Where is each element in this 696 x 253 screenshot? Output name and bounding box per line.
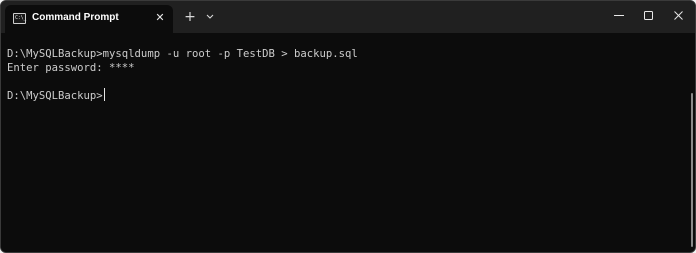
- current-prompt-line[interactable]: D:\MySQLBackup>: [7, 88, 105, 103]
- terminal-window: C:\_ Command Prompt ✕ + D:\MySQLBackup>m…: [0, 0, 696, 253]
- maximize-button[interactable]: [633, 1, 665, 31]
- close-tab-icon[interactable]: ✕: [152, 10, 168, 26]
- close-window-button[interactable]: [663, 1, 695, 31]
- tab-command-prompt[interactable]: C:\_ Command Prompt ✕: [5, 5, 173, 33]
- prompt-text: D:\MySQLBackup>: [7, 90, 103, 102]
- new-tab-button[interactable]: +: [181, 8, 199, 26]
- password-prompt-line: Enter password: ****: [7, 62, 135, 74]
- chevron-down-icon[interactable]: [202, 8, 218, 26]
- minimize-button[interactable]: [603, 1, 635, 31]
- terminal-icon: C:\_: [13, 13, 26, 24]
- text-cursor: [103, 88, 105, 101]
- tab-title: Command Prompt: [32, 12, 119, 23]
- terminal-output[interactable]: D:\MySQLBackup>mysqldump -u root -p Test…: [1, 33, 695, 252]
- command-line: D:\MySQLBackup>mysqldump -u root -p Test…: [7, 48, 358, 60]
- terminal-icon-glyph: C:\_: [15, 15, 27, 21]
- title-bar[interactable]: C:\_ Command Prompt ✕ +: [1, 1, 695, 33]
- scrollbar[interactable]: [691, 93, 693, 247]
